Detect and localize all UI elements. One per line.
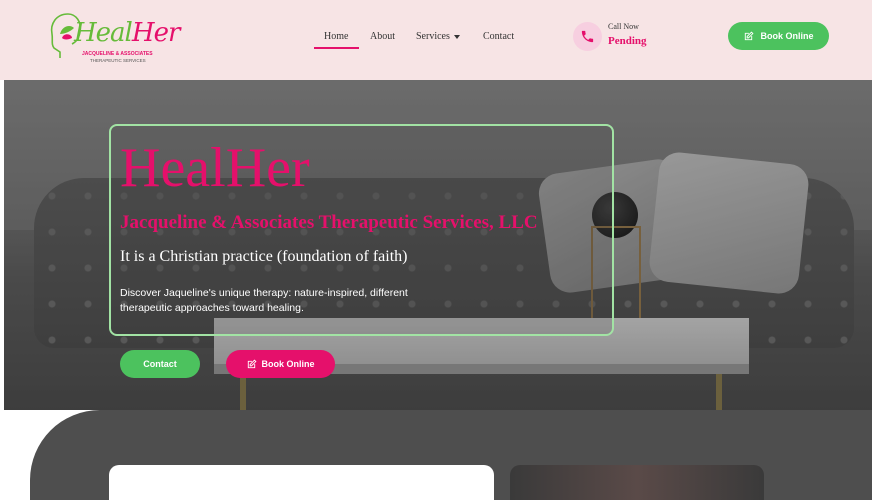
photo-card bbox=[510, 465, 764, 500]
nav-services-label: Services bbox=[416, 31, 450, 42]
nav-active-underline bbox=[314, 47, 359, 49]
site-header: HealHer JACQUELINE & ASSOCIATES THERAPEU… bbox=[0, 0, 872, 80]
hero-tagline: It is a Christian practice (foundation o… bbox=[120, 248, 408, 265]
logo-subtitle: JACQUELINE & ASSOCIATES bbox=[82, 51, 153, 57]
caret-down-icon bbox=[453, 34, 460, 39]
book-online-button[interactable]: Book Online bbox=[226, 350, 335, 378]
nav-contact[interactable]: Contact bbox=[483, 31, 514, 42]
edit-icon bbox=[745, 30, 754, 40]
book-online-header-button[interactable]: Book Online bbox=[728, 22, 829, 50]
book-online-label: Book Online bbox=[760, 31, 814, 41]
nav-about[interactable]: About bbox=[370, 31, 395, 42]
nav-home[interactable]: Home bbox=[324, 31, 348, 42]
info-card bbox=[109, 465, 494, 500]
edit-icon bbox=[248, 358, 257, 368]
hero-subtitle: Jacqueline & Associates Therapeutic Serv… bbox=[120, 212, 538, 233]
call-now-label: Call Now bbox=[608, 22, 639, 31]
logo-subtitle-2: THERAPEUTIC SERVICES bbox=[90, 58, 146, 63]
hero-title: HealHer bbox=[120, 137, 310, 199]
contact-button[interactable]: Contact bbox=[120, 350, 200, 378]
phone-icon bbox=[581, 30, 594, 43]
book-online-button-label: Book Online bbox=[261, 359, 315, 369]
nav-services[interactable]: Services bbox=[416, 31, 460, 42]
phone-number-status[interactable]: Pending bbox=[608, 35, 647, 47]
hero-description: Discover Jaqueline's unique therapy: nat… bbox=[120, 287, 408, 315]
phone-icon-circle[interactable] bbox=[573, 22, 602, 51]
